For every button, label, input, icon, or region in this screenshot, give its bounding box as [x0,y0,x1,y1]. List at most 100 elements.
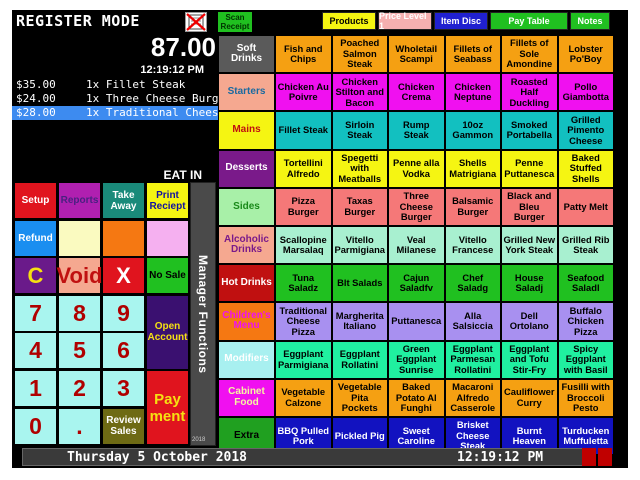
category-cabinet-food[interactable]: Cabinet Food [218,378,275,417]
category-children-s-menu[interactable]: Children's Menu [218,302,275,341]
product-cauliflower-curry[interactable]: Cauliflower Curry [501,378,558,417]
key-9[interactable]: 9 [102,294,145,332]
order-line[interactable]: $28.00 1x Traditional Cheese Pizza [12,106,218,120]
product-puttanesca[interactable]: Puttanesca [388,302,445,341]
product-house-saladj[interactable]: House Saladj [501,264,558,303]
product-shells-matrigiana[interactable]: Shells Matrigiana [444,149,501,188]
category-starters[interactable]: Starters [218,73,275,112]
product-spicy-eggplant-with-basil[interactable]: Spicy Eggplant with Basil [557,340,614,379]
product-pizza-burger[interactable]: Pizza Burger [275,187,332,226]
product-three-cheese-burger[interactable]: Three Cheese Burger [388,187,445,226]
product-traditional-cheese-pizza[interactable]: Traditional Cheese Pizza [275,302,332,341]
product-grilled-new-york-steak[interactable]: Grilled New York Steak [501,226,558,265]
tab-price-level-1[interactable]: Price Level 1 [378,11,432,31]
key-8[interactable]: 8 [58,294,101,332]
void-button[interactable]: Void [56,257,103,295]
category-soft-drinks[interactable]: Soft Drinks [218,35,275,74]
product-macaroni-alfredo-casserole[interactable]: Macaroni Alfredo Casserole [444,378,501,417]
payment-button[interactable]: Pay ment [146,370,189,446]
key-6[interactable]: 6 [102,332,145,370]
key-7[interactable]: 7 [14,294,57,332]
no-printer-icon[interactable] [185,12,207,32]
blank-key-3[interactable] [146,219,189,257]
product-margherita-italiano[interactable]: Margherita Italiano [331,302,388,341]
tab-pay-table[interactable]: Pay Table [490,12,568,30]
product-baked-stuffed-shells[interactable]: Baked Stuffed Shells [557,149,614,188]
status-indicator-1[interactable] [582,448,596,466]
product-lobster-po-boy[interactable]: Lobster Po'Boy [557,35,614,74]
product-tortellini-alfredo[interactable]: Tortellini Alfredo [275,149,332,188]
product-tuna-saladz[interactable]: Tuna Saladz [275,264,332,303]
tab-notes[interactable]: Notes [570,12,610,30]
category-sides[interactable]: Sides [218,187,275,226]
product-blt-salads[interactable]: Blt Salads [331,264,388,303]
category-hot-drinks[interactable]: Hot Drinks [218,264,275,303]
product-green-eggplant-sunrise[interactable]: Green Eggplant Sunrise [388,340,445,379]
product-veal-milanese[interactable]: Veal Milanese [388,226,445,265]
manager-functions-button[interactable]: Manager Functions [190,182,216,446]
key-5[interactable]: 5 [58,332,101,370]
blank-key-2[interactable] [102,219,145,257]
clear-button[interactable]: C [14,257,57,295]
product-vegetable-pita-pockets[interactable]: Vegetable Pita Pockets [331,378,388,417]
multiply-button[interactable]: X [102,257,145,295]
product-cajun-saladfv[interactable]: Cajun Saladfv [388,264,445,303]
product-fish-and-chips[interactable]: Fish and Chips [275,35,332,74]
product-chicken-neptune[interactable]: Chicken Neptune [444,73,501,112]
product-chicken-au-poivre[interactable]: Chicken Au Poivre [275,73,332,112]
review-sales-button[interactable]: Review Sales [102,407,145,445]
tab-item-disc[interactable]: Item Disc [434,12,488,30]
product-baked-potato-al-funghi[interactable]: Baked Potato Al Funghi [388,378,445,417]
product-grilled-rib-steak[interactable]: Grilled Rib Steak [557,226,614,265]
blank-key-1[interactable] [58,219,101,257]
product-roasted-half-duckling[interactable]: Roasted Half Duckling [501,73,558,112]
product-patty-melt[interactable]: Patty Melt [557,187,614,226]
product-spegetti-with-meatballs[interactable]: Spegetti with Meatballs [331,149,388,188]
product-poached-salmon-steak[interactable]: Poached Salmon Steak [331,35,388,74]
reports-button[interactable]: Reports [58,182,101,219]
product-sirloin-steak[interactable]: Sirloin Steak [331,111,388,150]
tab-products[interactable]: Products [322,12,376,30]
key-1[interactable]: 1 [14,370,57,407]
open-account-button[interactable]: Open Account [146,294,189,370]
product-vitello-francese[interactable]: Vitello Francese [444,226,501,265]
product-vitello-parmigiana[interactable]: Vitello Parmigiana [331,226,388,265]
product-fillets-of-sole-amondine[interactable]: Fillets of Sole Amondine [501,35,558,74]
no-sale-button[interactable]: No Sale [146,257,189,295]
product-buffalo-chicken-pizza[interactable]: Buffalo Chicken Pizza [557,302,614,341]
key-decimal[interactable]: . [58,407,101,445]
key-0[interactable]: 0 [14,407,57,445]
product-10oz-gammon[interactable]: 10oz Gammon [444,111,501,150]
product-rump-steak[interactable]: Rump Steak [388,111,445,150]
product-eggplant-parmigiana[interactable]: Eggplant Parmigiana [275,340,332,379]
product-penne-alla-vodka[interactable]: Penne alla Vodka [388,149,445,188]
product-seafood-saladl[interactable]: Seafood Saladl [557,264,614,303]
category-mains[interactable]: Mains [218,111,275,150]
product-smoked-portabella[interactable]: Smoked Portabella [501,111,558,150]
product-balsamic-burger[interactable]: Balsamic Burger [444,187,501,226]
product-fillets-of-seabass[interactable]: Fillets of Seabass [444,35,501,74]
product-chicken-stilton-and-bacon[interactable]: Chicken Stilton and Bacon [331,73,388,112]
status-indicator-2[interactable] [598,448,612,466]
product-alla-salsiccia[interactable]: Alla Salsiccia [444,302,501,341]
product-eggplant-parmesan-rollatini[interactable]: Eggplant Parmesan Rollatini [444,340,501,379]
product-eggplant-and-tofu-stir-fry[interactable]: Eggplant and Tofu Stir-Fry [501,340,558,379]
take-away-button[interactable]: Take Away [102,182,145,219]
product-fusilli-with-broccoli-pesto[interactable]: Fusilli with Broccoli Pesto [557,378,614,417]
scan-receipt-button[interactable]: Scan Receipt [218,12,252,32]
order-line[interactable]: $35.00 1x Fillet Steak [12,78,218,92]
key-2[interactable]: 2 [58,370,101,407]
product-pollo-giambotta[interactable]: Pollo Giambotta [557,73,614,112]
order-list[interactable]: $35.00 1x Fillet Steak $24.00 1x Three Chee… [12,78,218,164]
product-vegetable-calzone[interactable]: Vegetable Calzone [275,378,332,417]
product-black-and-bleu-burger[interactable]: Black and Bleu Burger [501,187,558,226]
product-scallopine-marsalaq[interactable]: Scallopine Marsalaq [275,226,332,265]
product-penne-puttanesca[interactable]: Penne Puttanesca [501,149,558,188]
product-grilled-pimento-cheese[interactable]: Grilled Pimento Cheese [557,111,614,150]
key-3[interactable]: 3 [102,370,145,407]
category-alcoholic-drinks[interactable]: Alcoholic Drinks [218,226,275,265]
product-fillet-steak[interactable]: Fillet Steak [275,111,332,150]
product-taxas-burger[interactable]: Taxas Burger [331,187,388,226]
print-receipt-button[interactable]: Print Reciept [146,182,189,219]
product-eggplant-rollatini[interactable]: Eggplant Rollatini [331,340,388,379]
